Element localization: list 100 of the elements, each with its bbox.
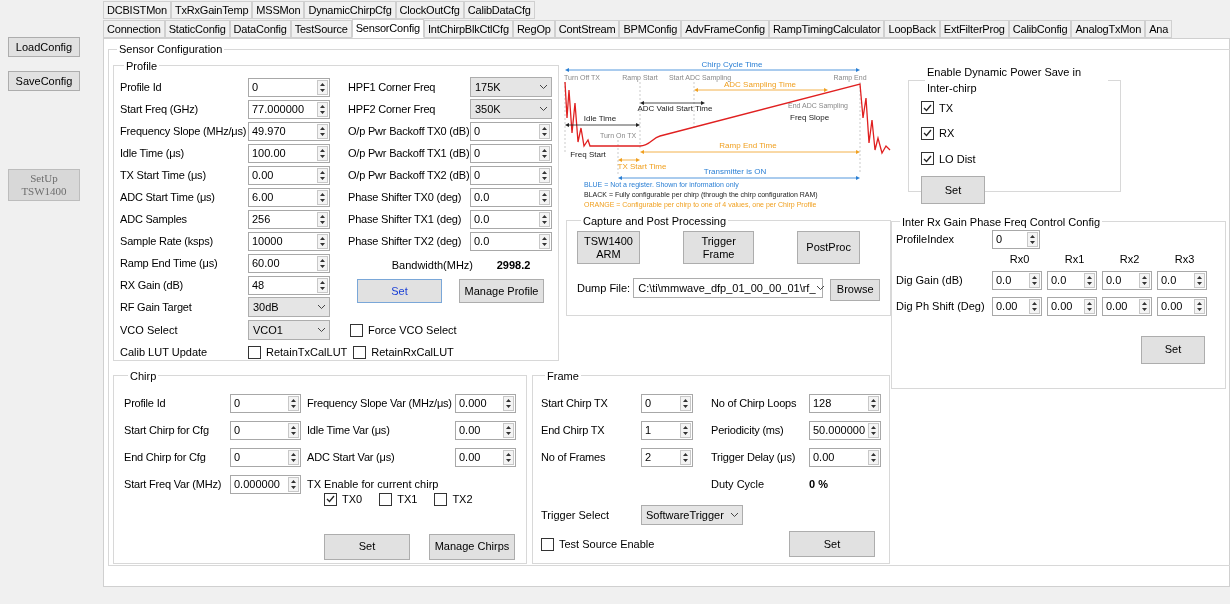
spin-field[interactable]: 50.000000 (809, 420, 881, 440)
sidebar-button[interactable]: LoadConfig (8, 37, 80, 57)
tab[interactable]: CalibConfig (1008, 20, 1072, 38)
spin-arrows-icon[interactable] (317, 211, 328, 227)
spin-field[interactable]: 77.000000 (248, 99, 330, 119)
spin-field[interactable]: 0.00 (992, 297, 1042, 316)
spin-field[interactable]: 0 (992, 230, 1040, 249)
tab[interactable]: BPMConfig (619, 20, 682, 38)
spin-arrows-icon[interactable] (1029, 299, 1040, 314)
tab[interactable]: AdvFrameConfig (681, 20, 769, 38)
spin-arrows-icon[interactable] (539, 211, 550, 227)
checkbox[interactable] (324, 492, 337, 506)
spin-field[interactable]: 0.00 (1047, 297, 1097, 316)
spin-arrows-icon[interactable] (1084, 299, 1095, 314)
spin-arrows-icon[interactable] (288, 422, 299, 438)
tab[interactable]: MSSMon (252, 1, 305, 19)
spin-field[interactable]: 0 (248, 77, 330, 97)
spin-arrows-icon[interactable] (317, 255, 328, 271)
tab[interactable]: RegOp (512, 20, 555, 38)
spin-arrows-icon[interactable] (539, 123, 550, 139)
tab[interactable]: StaticConfig (164, 20, 230, 38)
spin-arrows-icon[interactable] (1194, 299, 1205, 314)
spin-field[interactable]: 0.0 (470, 231, 552, 251)
spin-arrows-icon[interactable] (288, 395, 299, 411)
tab[interactable]: AnalogTxMon (1071, 20, 1146, 38)
spin-arrows-icon[interactable] (317, 189, 328, 205)
spin-field[interactable]: 49.970 (248, 121, 330, 141)
set-button[interactable]: Set (789, 531, 875, 557)
tab[interactable]: TxRxGainTemp (170, 1, 253, 19)
spin-arrows-icon[interactable] (503, 422, 514, 438)
spin-arrows-icon[interactable] (503, 449, 514, 465)
spin-field[interactable]: 0.0 (470, 209, 552, 229)
spin-field[interactable]: 0 (470, 143, 552, 163)
spin-field[interactable]: 0 (470, 165, 552, 185)
set-button[interactable]: Set (921, 176, 985, 204)
spin-field[interactable]: 48 (248, 275, 330, 295)
set-button[interactable]: Set (1141, 335, 1205, 364)
tab[interactable]: DataConfig (229, 20, 291, 38)
spin-field[interactable]: 256 (248, 209, 330, 229)
tab[interactable]: TestSource (290, 20, 352, 38)
spin-arrows-icon[interactable] (503, 395, 514, 411)
dropdown[interactable]: 30dB (248, 297, 330, 317)
spin-arrows-icon[interactable] (317, 123, 328, 139)
tab[interactable]: Ana (1145, 20, 1173, 38)
spin-field[interactable]: 0 (230, 420, 301, 440)
spin-field[interactable]: 0.0 (1157, 271, 1207, 290)
checkbox[interactable] (921, 126, 934, 140)
tab[interactable]: LoopBack (884, 20, 940, 38)
spin-arrows-icon[interactable] (288, 476, 299, 492)
tab[interactable]: ClockOutCfg (395, 1, 464, 19)
spin-field[interactable]: 6.00 (248, 187, 330, 207)
spin-arrows-icon[interactable] (1027, 232, 1038, 247)
checkbox[interactable] (921, 101, 934, 115)
tab[interactable]: SensorConfig (351, 19, 424, 38)
dropdown[interactable]: VCO1 (248, 320, 330, 340)
spin-arrows-icon[interactable] (868, 422, 879, 438)
checkbox[interactable] (541, 537, 554, 551)
spin-field[interactable]: 2 (641, 447, 693, 467)
tab[interactable]: RampTimingCalculator (769, 20, 885, 38)
spin-field[interactable]: 100.00 (248, 143, 330, 163)
spin-arrows-icon[interactable] (1029, 273, 1040, 288)
spin-arrows-icon[interactable] (539, 189, 550, 205)
spin-field[interactable]: 0.0 (992, 271, 1042, 290)
spin-field[interactable]: 1 (641, 420, 693, 440)
spin-field[interactable]: 0 (470, 121, 552, 141)
browse-button[interactable]: Browse (830, 278, 881, 301)
tab[interactable]: ContStream (554, 20, 620, 38)
spin-field[interactable]: 0.00 (1157, 297, 1207, 316)
spin-arrows-icon[interactable] (317, 145, 328, 161)
manage-profile-button[interactable]: Manage Profile (459, 279, 544, 303)
spin-arrows-icon[interactable] (317, 233, 328, 249)
checkbox[interactable] (434, 492, 448, 506)
spin-arrows-icon[interactable] (1194, 273, 1205, 288)
spin-arrows-icon[interactable] (539, 145, 550, 161)
spin-field[interactable]: 0.000000 (230, 474, 301, 494)
spin-field[interactable]: 0.0 (1102, 271, 1152, 290)
set-button[interactable]: Set (357, 279, 442, 303)
spin-field[interactable]: 0.0 (1047, 271, 1097, 290)
spin-field[interactable]: 128 (809, 393, 881, 413)
set-button[interactable]: Set (324, 533, 410, 560)
spin-arrows-icon[interactable] (1139, 299, 1150, 314)
tab[interactable]: DCBISTMon (103, 1, 171, 19)
spin-field[interactable]: 0 (230, 393, 301, 413)
spin-arrows-icon[interactable] (868, 449, 879, 465)
spin-field[interactable]: 0.00 (1102, 297, 1152, 316)
checkbox[interactable] (353, 345, 367, 359)
sidebar-button[interactable]: SaveConfig (8, 71, 80, 91)
checkbox[interactable] (379, 492, 393, 506)
spin-field[interactable]: 0.00 (455, 420, 516, 440)
spin-field[interactable]: 0.000 (455, 393, 516, 413)
spin-field[interactable]: 0.00 (455, 447, 516, 467)
spin-field[interactable]: 0.00 (809, 447, 881, 467)
spin-arrows-icon[interactable] (539, 167, 550, 183)
spin-arrows-icon[interactable] (1084, 273, 1095, 288)
action-button[interactable]: TSW1400 ARM (577, 231, 640, 264)
tab[interactable]: IntChirpBlkCtlCfg (423, 20, 513, 38)
action-button[interactable]: PostProc (797, 231, 861, 264)
spin-arrows-icon[interactable] (868, 395, 879, 411)
spin-arrows-icon[interactable] (317, 277, 328, 293)
action-button[interactable]: Trigger Frame (683, 231, 755, 264)
